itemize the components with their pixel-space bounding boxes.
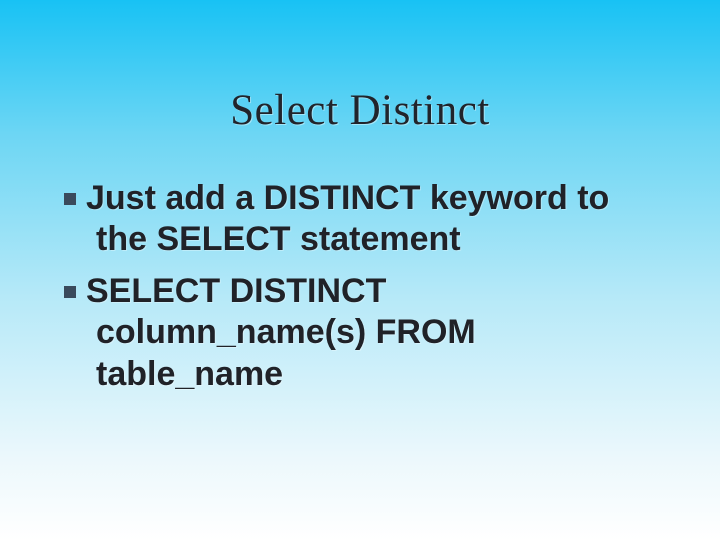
bullet-text: SELECT DISTINCT xyxy=(86,272,386,310)
slide: Select Distinct Just add a DISTINCT keyw… xyxy=(0,0,720,540)
bullet-item: SELECT DISTINCT column_name(s) FROM tabl… xyxy=(64,271,660,395)
bullet-text: Just add a DISTINCT keyword to xyxy=(86,179,609,217)
slide-title: Select Distinct xyxy=(0,86,720,135)
bullet-continuation: column_name(s) FROM table_name xyxy=(64,312,660,395)
slide-body: Just add a DISTINCT keyword to the SELEC… xyxy=(64,178,660,405)
square-bullet-icon xyxy=(64,193,76,205)
bullet-item: Just add a DISTINCT keyword to the SELEC… xyxy=(64,178,660,261)
bullet-continuation: the SELECT statement xyxy=(64,219,660,260)
square-bullet-icon xyxy=(64,286,76,298)
